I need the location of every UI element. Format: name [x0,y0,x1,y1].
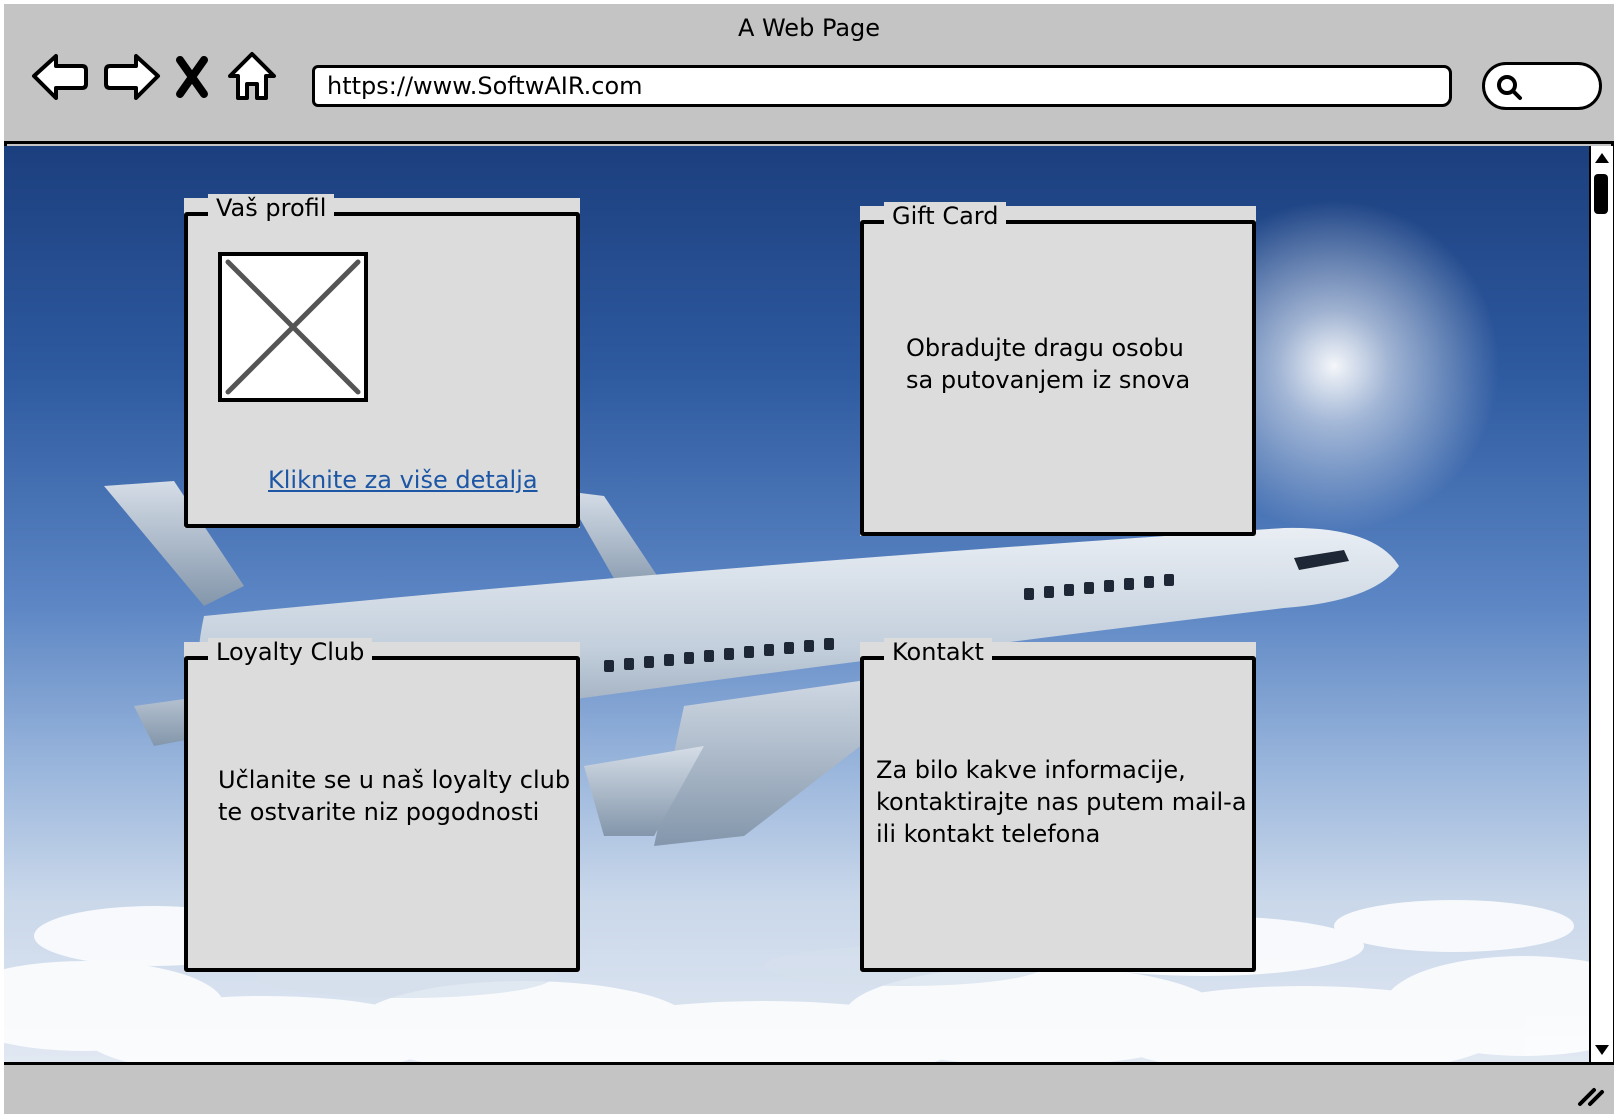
contact-panel-title: Kontakt [884,638,992,666]
window-title: A Web Page [737,14,881,42]
gift-card-text: Obradujte dragu osobu sa putovanjem iz s… [906,334,1191,394]
gift-card-panel: Gift Card Obradujte dragu osobu sa putov… [860,202,1256,536]
search-icon [1497,75,1522,100]
scroll-down-icon[interactable] [1593,1042,1611,1058]
loyalty-panel-title: Loyalty Club [208,638,373,666]
gift-card-panel-title: Gift Card [884,202,1007,230]
status-bar [4,1062,1614,1114]
profile-panel-title: Vaš profil [208,194,335,222]
resize-grip-icon[interactable] [1576,1084,1606,1108]
contact-text: Za bilo kakve informacije, kontaktirajte… [876,756,1247,848]
image-placeholder-icon [218,252,368,402]
scroll-thumb[interactable] [1594,174,1608,214]
scroll-up-icon[interactable] [1593,150,1611,166]
address-bar[interactable]: https://www.SoftwAIR.com [312,65,1452,107]
close-icon[interactable] [172,48,212,108]
profile-details-link[interactable]: Kliknite za više detalja [268,466,538,494]
profile-panel: Vaš profil Kliknite za više detalja [184,194,580,528]
contact-panel: Kontakt Za bilo kakve informacije, konta… [860,638,1256,972]
browser-toolbar: A Web Page https://www.SoftwAIR.com [4,4,1614,144]
vertical-scrollbar[interactable] [1589,146,1613,1062]
loyalty-panel: Loyalty Club Učlanite se u naš loyalty c… [184,638,580,972]
home-icon[interactable] [226,48,278,108]
search-input[interactable] [1482,62,1602,110]
back-arrow-icon[interactable] [30,48,92,108]
loyalty-text: Učlanite se u naš loyalty club te ostvar… [218,766,571,826]
page-content: Vaš profil Kliknite za više detalja Gift… [4,146,1589,1062]
forward-arrow-icon[interactable] [100,48,162,108]
